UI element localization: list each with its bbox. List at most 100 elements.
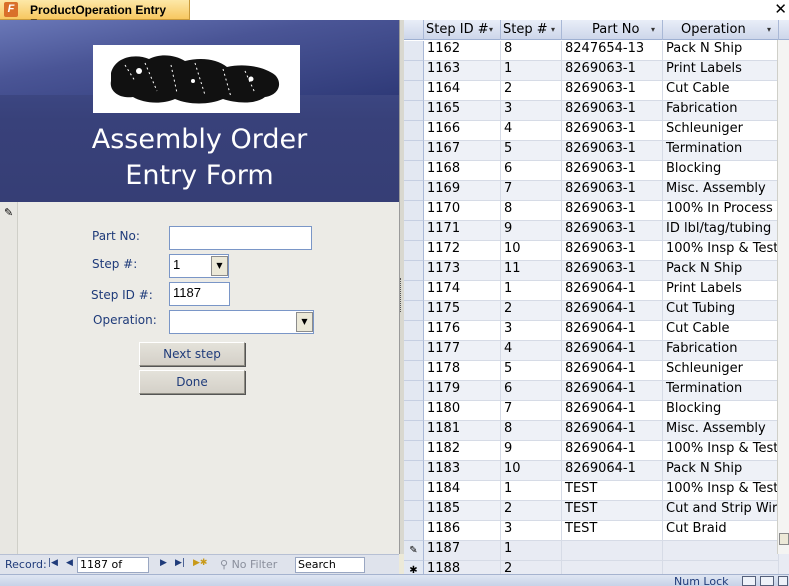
scrollbar-thumb[interactable]	[779, 533, 789, 545]
part-no-cell[interactable]: 8269064-1	[562, 441, 663, 461]
table-row[interactable]: 1183 10 8269064-1 Pack N Ship	[404, 461, 789, 481]
part-no-cell[interactable]: 8269063-1	[562, 201, 663, 221]
part-no-cell[interactable]: 8269063-1	[562, 161, 663, 181]
table-row[interactable]: 1173 11 8269063-1 Pack N Ship	[404, 261, 789, 281]
step-id-cell[interactable]: 1185	[424, 501, 501, 521]
operation-cell[interactable]: Cut Braid	[663, 521, 779, 541]
step-id-cell[interactable]: 1174	[424, 281, 501, 301]
operation-cell[interactable]: 100% Insp & Test	[663, 441, 779, 461]
part-no-cell[interactable]: 8269063-1	[562, 241, 663, 261]
record-selector[interactable]	[0, 202, 18, 554]
operation-cell[interactable]: Blocking	[663, 401, 779, 421]
step-cell[interactable]: 7	[501, 181, 562, 201]
row-selector[interactable]	[404, 141, 424, 161]
part-no-cell[interactable]: 8269063-1	[562, 261, 663, 281]
table-row[interactable]: 1185 2 TEST Cut and Strip Wire	[404, 501, 789, 521]
step-cell[interactable]: 3	[501, 521, 562, 541]
table-row[interactable]: 1167 5 8269063-1 Termination	[404, 141, 789, 161]
first-record-icon[interactable]: |◀	[48, 558, 58, 568]
table-row[interactable]: 1165 3 8269063-1 Fabrication	[404, 101, 789, 121]
part-no-cell[interactable]: 8269064-1	[562, 381, 663, 401]
part-no-cell[interactable]: 8269064-1	[562, 401, 663, 421]
column-header-part-no[interactable]: Part No	[562, 20, 663, 40]
table-row[interactable]: 1181 8 8269064-1 Misc. Assembly	[404, 421, 789, 441]
step-id-cell[interactable]: 1179	[424, 381, 501, 401]
step-cell[interactable]: 2	[501, 81, 562, 101]
table-row[interactable]: 1164 2 8269063-1 Cut Cable	[404, 81, 789, 101]
filter-arrow-icon[interactable]: ▾	[551, 20, 555, 40]
select-all-corner[interactable]	[404, 20, 424, 40]
row-selector[interactable]	[404, 281, 424, 301]
current-record-box[interactable]: 1187 of 1187	[77, 557, 149, 585]
part-no-cell[interactable]: 8269063-1	[562, 141, 663, 161]
operation-cell[interactable]: Pack N Ship	[663, 261, 779, 281]
step-cell[interactable]: 6	[501, 381, 562, 401]
step-cell[interactable]: 5	[501, 141, 562, 161]
step-id-cell[interactable]: 1173	[424, 261, 501, 281]
step-cell[interactable]: 8	[501, 41, 562, 61]
part-no-cell[interactable]: 8269063-1	[562, 121, 663, 141]
step-id-cell[interactable]: 1166	[424, 121, 501, 141]
step-dropdown-button[interactable]: ▼	[211, 256, 228, 276]
operation-cell[interactable]: 100% In Process	[663, 201, 779, 221]
column-header-operation[interactable]: Operation	[663, 20, 779, 40]
operation-cell[interactable]	[663, 561, 779, 574]
part-no-cell[interactable]: 8269064-1	[562, 321, 663, 341]
part-no-cell[interactable]: 8269063-1	[562, 81, 663, 101]
operation-cell[interactable]: Print Labels	[663, 281, 779, 301]
table-row[interactable]: 1168 6 8269063-1 Blocking	[404, 161, 789, 181]
row-selector[interactable]	[404, 81, 424, 101]
row-selector[interactable]	[404, 201, 424, 221]
operation-dropdown-button[interactable]: ▼	[296, 312, 313, 332]
pencil-icon[interactable]: ✎	[404, 541, 424, 561]
row-selector[interactable]	[404, 61, 424, 81]
operation-cell[interactable]: Cut Tubing	[663, 301, 779, 321]
operation-cell[interactable]: Termination	[663, 141, 779, 161]
operation-cell[interactable]: Fabrication	[663, 341, 779, 361]
editing-row[interactable]: ✎ 1187 1	[404, 541, 789, 561]
operation-cell[interactable]: Pack N Ship	[663, 41, 779, 61]
row-selector[interactable]	[404, 361, 424, 381]
layout-view-icon[interactable]	[778, 576, 788, 586]
part-no-cell[interactable]: 8269063-1	[562, 101, 663, 121]
step-id-cell[interactable]: 1164	[424, 81, 501, 101]
operation-cell[interactable]: Fabrication	[663, 101, 779, 121]
vertical-scrollbar[interactable]	[777, 40, 789, 554]
row-selector[interactable]	[404, 481, 424, 501]
step-id-cell[interactable]: 1175	[424, 301, 501, 321]
part-no-cell[interactable]: 8269064-1	[562, 421, 663, 441]
datasheet-view-icon[interactable]	[760, 576, 774, 586]
step-id-cell[interactable]: 1176	[424, 321, 501, 341]
table-row[interactable]: 1180 7 8269064-1 Blocking	[404, 401, 789, 421]
step-id-cell[interactable]: 1163	[424, 61, 501, 81]
row-selector[interactable]	[404, 321, 424, 341]
part-no-cell[interactable]: TEST	[562, 521, 663, 541]
step-cell[interactable]: 8	[501, 201, 562, 221]
dropdown-arrow-icon[interactable]: ▾	[767, 20, 771, 40]
operation-cell[interactable]: Cut Cable	[663, 321, 779, 341]
row-selector[interactable]	[404, 421, 424, 441]
table-row[interactable]: 1177 4 8269064-1 Fabrication	[404, 341, 789, 361]
step-cell[interactable]: 1	[501, 541, 562, 561]
step-cell[interactable]: 3	[501, 321, 562, 341]
table-row[interactable]: 1178 5 8269064-1 Schleuniger	[404, 361, 789, 381]
row-selector[interactable]	[404, 441, 424, 461]
step-id-cell[interactable]: 1167	[424, 141, 501, 161]
row-selector[interactable]	[404, 181, 424, 201]
new-record-icon[interactable]: ▶✱	[193, 558, 207, 568]
part-no-cell[interactable]: 8269063-1	[562, 61, 663, 81]
step-cell[interactable]: 5	[501, 361, 562, 381]
table-row[interactable]: 1171 9 8269063-1 ID lbl/tag/tubing	[404, 221, 789, 241]
new-record-row[interactable]: ✱ 1188 2	[404, 561, 789, 574]
row-selector[interactable]	[404, 301, 424, 321]
filter-status[interactable]: ⚲ No Filter	[220, 558, 277, 571]
step-cell[interactable]: 8	[501, 421, 562, 441]
part-no-cell[interactable]: 8269064-1	[562, 281, 663, 301]
operation-cell[interactable]: Print Labels	[663, 61, 779, 81]
close-icon[interactable]: ✕	[774, 0, 787, 18]
step-id-cell[interactable]: 1177	[424, 341, 501, 361]
row-selector[interactable]	[404, 121, 424, 141]
step-cell[interactable]: 6	[501, 161, 562, 181]
row-selector[interactable]	[404, 41, 424, 61]
table-row[interactable]: 1169 7 8269063-1 Misc. Assembly	[404, 181, 789, 201]
